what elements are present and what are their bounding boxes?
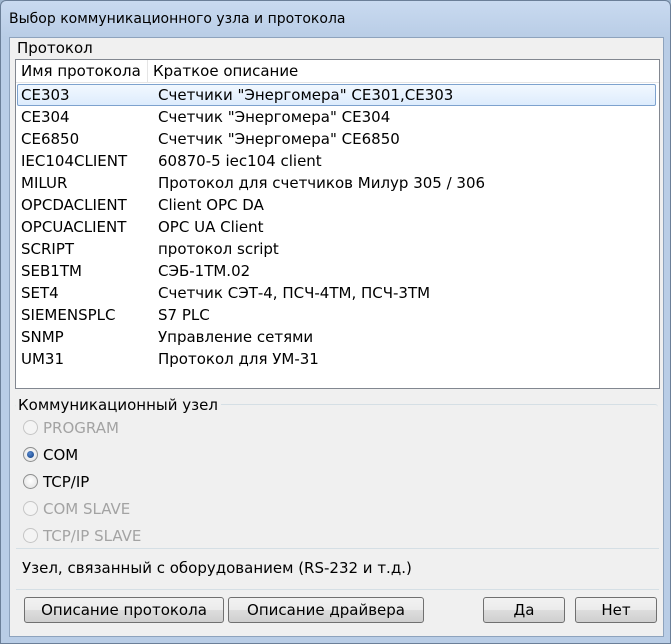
protocol-group: Протокол Имя протокола Краткое описание …: [10, 38, 661, 394]
protocol-description: Управление сетями: [158, 328, 314, 346]
protocol-description: СЭБ-1ТМ.02: [158, 262, 251, 280]
protocol-list[interactable]: Имя протокола Краткое описание CE303 Счет…: [15, 59, 660, 389]
protocol-row[interactable]: SEB1TM СЭБ-1ТМ.02: [17, 260, 656, 282]
protocol-name: CE6850: [21, 130, 80, 148]
protocol-row[interactable]: OPCDACLIENT Client OPC DA: [17, 194, 656, 216]
protocol-name: SEB1TM: [21, 262, 82, 280]
protocol-description: OPC UA Client: [158, 218, 264, 236]
protocol-name: SET4: [21, 284, 59, 302]
radio-button-icon[interactable]: [23, 447, 38, 462]
protocol-row[interactable]: SNMP Управление сетями: [17, 326, 656, 348]
node-group-title: Коммуникационный узел: [16, 395, 221, 415]
protocol-description: Протокол для УМ-31: [158, 350, 319, 368]
dialog-window: Выбор коммуникационного узла и протокола…: [0, 0, 671, 644]
protocol-name: SNMP: [21, 328, 64, 346]
yes-button[interactable]: Да: [483, 597, 565, 623]
protocol-row[interactable]: MILUR Протокол для счетчиков Милур 305 / …: [17, 172, 656, 194]
radio-label: COM SLAVE: [43, 500, 131, 518]
protocol-row[interactable]: CE304 Счетчик "Энергомера" CE304: [17, 106, 656, 128]
protocol-description: S7 PLC: [158, 306, 210, 324]
node-group: Коммуникационный узел PROGRAM COM TCP/IP CO…: [15, 395, 658, 545]
protocol-name: UM31: [21, 350, 65, 368]
protocol-name: IEC104CLIENT: [21, 152, 128, 170]
protocol-description: протокол script: [158, 240, 279, 258]
protocol-row[interactable]: SET4 Счетчик СЭТ-4, ПСЧ-4ТМ, ПСЧ-3ТМ: [17, 282, 656, 304]
protocol-description: Счетчики "Энергомера" CE301,CE303: [158, 86, 454, 104]
dialog-client-area: Протокол Имя протокола Краткое описание …: [9, 37, 664, 637]
protocol-description: Протокол для счетчиков Милур 305 / 306: [158, 174, 486, 192]
driver-description-button[interactable]: Описание драйвера: [228, 597, 424, 623]
protocol-name: SIEMENSPLC: [21, 306, 116, 324]
protocol-description: 60870-5 iec104 client: [158, 152, 322, 170]
radio-label: COM: [43, 446, 79, 464]
window-title: Выбор коммуникационного узла и протокола: [9, 11, 346, 27]
protocol-name: CE304: [21, 108, 70, 126]
protocol-description-button[interactable]: Описание протокола: [24, 597, 224, 623]
protocol-row[interactable]: SCRIPT протокол script: [17, 238, 656, 260]
protocol-description: Client OPC DA: [158, 196, 264, 214]
radio-button-icon: [23, 420, 38, 435]
protocol-name: MILUR: [21, 174, 68, 192]
protocol-row[interactable]: UM31 Протокол для УМ-31: [17, 348, 656, 370]
protocol-list-header: Имя протокола Краткое описание: [16, 60, 659, 83]
column-header-name[interactable]: Имя протокола: [16, 60, 148, 82]
no-button[interactable]: Нет: [575, 597, 657, 623]
radio-checked-dot-icon: [27, 451, 34, 458]
protocol-row[interactable]: CE303 Счетчики "Энергомера" CE301,CE303: [17, 84, 656, 106]
radio-label: TCP/IP: [43, 473, 90, 491]
radio-button-icon: [23, 501, 38, 516]
protocol-row[interactable]: SIEMENSPLC S7 PLC: [17, 304, 656, 326]
protocol-description: Счетчик "Энергомера" CE304: [158, 108, 391, 126]
protocol-row[interactable]: OPCUACLIENT OPC UA Client: [17, 216, 656, 238]
status-text: Узел, связанный с оборудованием (RS-232 …: [22, 559, 412, 577]
protocol-name: SCRIPT: [21, 240, 75, 258]
protocol-row[interactable]: CE6850 Счетчик "Энергомера" CE6850: [17, 128, 656, 150]
radio-button-icon: [23, 528, 38, 543]
protocol-group-title: Протокол: [14, 38, 96, 58]
column-header-description[interactable]: Краткое описание: [148, 60, 553, 82]
radio-label: TCP/IP SLAVE: [43, 527, 142, 545]
radio-button-icon[interactable]: [23, 474, 38, 489]
protocol-description: Счетчик "Энергомера" CE6850: [158, 130, 400, 148]
protocol-name: OPCDACLIENT: [21, 196, 127, 214]
status-panel: Узел, связанный с оборудованием (RS-232 …: [16, 548, 659, 590]
protocol-row[interactable]: IEC104CLIENT 60870-5 iec104 client: [17, 150, 656, 172]
protocol-name: CE303: [21, 86, 70, 104]
radio-label: PROGRAM: [43, 419, 119, 437]
protocol-description: Счетчик СЭТ-4, ПСЧ-4ТМ, ПСЧ-3ТМ: [158, 284, 431, 302]
protocol-name: OPCUACLIENT: [21, 218, 127, 236]
